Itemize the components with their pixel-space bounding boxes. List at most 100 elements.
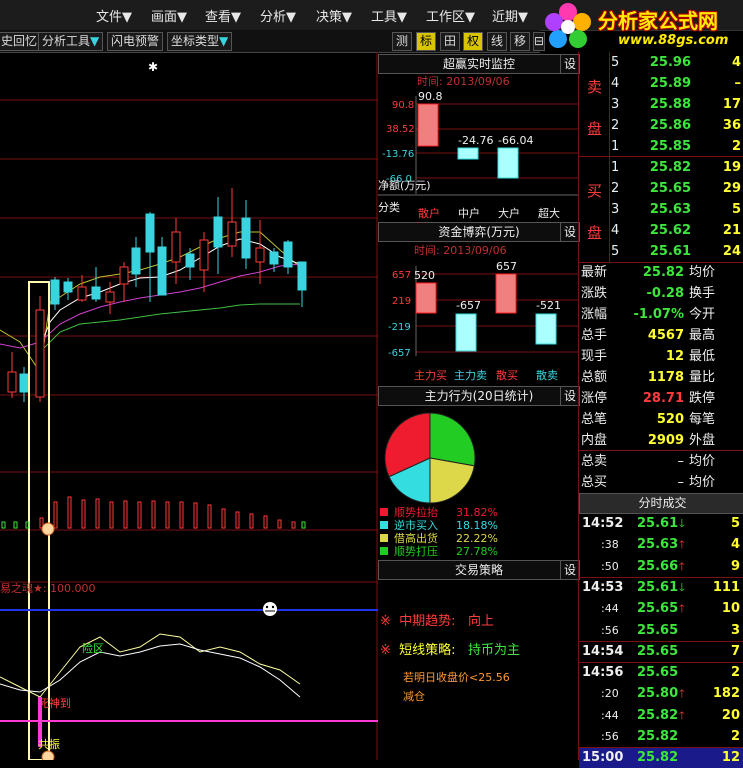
behavior-legend: 顺势拉抬 31.82% 逆市买入 18.18% 借高出货 22.22% 顺势打压 27.78% xyxy=(380,506,578,558)
tick-row[interactable]: 14:53 25.61 🡓 111 xyxy=(579,578,743,598)
stat-row: 总手 4567 最高 xyxy=(581,328,716,343)
stat-row: 现手 12 最低 xyxy=(581,349,716,364)
ticks-title: 分时成交 xyxy=(579,493,743,514)
monitor-settings-button[interactable]: 设 xyxy=(560,55,579,73)
tick-row[interactable]: 14:52 25.61 🡓 5 xyxy=(579,514,743,534)
tick-row[interactable]: :44 25.82 🡑 20 xyxy=(579,706,743,726)
volume-bar xyxy=(235,511,240,529)
candle-body xyxy=(199,239,209,271)
sell-label-2: 盘 xyxy=(587,120,603,138)
tick-row[interactable]: :38 25.63 🡑 4 xyxy=(579,535,743,555)
menu-view[interactable]: 查看▼ xyxy=(205,6,241,25)
stat-row: 总额 1178 量比 xyxy=(581,370,716,385)
arrow-up-icon: 🡑 xyxy=(679,559,685,573)
monitor-title: 超赢实时监控 设 xyxy=(378,54,580,74)
volume-bar xyxy=(1,521,6,529)
tick-row[interactable]: 14:54 25.65 7 xyxy=(579,642,743,662)
menu-file[interactable]: 文件▼ xyxy=(96,6,132,25)
fund-ytick-1: 219 xyxy=(392,296,411,307)
fund-settings-button[interactable]: 设 xyxy=(560,223,579,241)
legend-swatch xyxy=(380,534,388,542)
behavior-settings-button[interactable]: 设 xyxy=(560,387,579,405)
orderbook-row[interactable]: 5 25.96 4 xyxy=(611,53,743,73)
candle-body xyxy=(157,246,167,296)
monitor-val-2: -66.04 xyxy=(498,134,533,147)
star-icon: ※ xyxy=(380,643,391,658)
lightning-alert-button[interactable]: 闪电预警 xyxy=(107,32,164,51)
monitor-ytick-0: 90.8 xyxy=(392,100,414,111)
orderbook-row[interactable]: 2 25.86 36 xyxy=(611,116,743,136)
tick-row[interactable]: :56 25.82 2 xyxy=(579,727,743,747)
axis-type-button[interactable]: 坐标类型▼ xyxy=(167,32,233,51)
behavior-title: 主力行为(20日统计) 设 xyxy=(378,386,580,406)
behavior-pie-chart xyxy=(384,412,476,504)
volume-bar xyxy=(207,504,212,529)
quote-panel: 卖 盘 买 盘 5 25.96 4 4 25.89–3 25.88 17 2 25.86 36 1 2… xyxy=(578,52,743,768)
monitor-cat-3: 超大 xyxy=(538,206,560,220)
stat-row: 总笔 520 每笔 xyxy=(581,412,716,427)
logo-title: 分析家公式网 xyxy=(598,9,718,33)
stat-row: 涨跌 -0.28 换手 xyxy=(581,286,716,301)
orderbook-row[interactable]: 1 25.85 2 xyxy=(611,137,743,157)
legend-item: 顺势打压 27.78% xyxy=(380,545,578,558)
net-amount-label: 净额(万元) xyxy=(378,178,431,192)
tick-row[interactable]: :56 25.65 3 xyxy=(579,621,743,641)
collapse-button[interactable]: ⊟ xyxy=(533,32,545,51)
orderbook-row[interactable]: 4 25.89– xyxy=(611,74,743,94)
strategy-settings-button[interactable]: 设 xyxy=(560,561,579,579)
stat-row: 最新 25.82 均价 xyxy=(581,265,716,280)
candle-body xyxy=(185,253,195,268)
menu-tools[interactable]: 工具▼ xyxy=(371,6,407,25)
tick-row[interactable]: :20 25.80 🡑 182 xyxy=(579,684,743,704)
monitor-cat-0: 散户 xyxy=(418,206,440,220)
tick-row[interactable]: :50 25.66 🡑 9 xyxy=(579,557,743,577)
strategy-title: 交易策略 设 xyxy=(378,560,580,580)
volume-bar xyxy=(137,501,142,529)
tick-row[interactable]: :44 25.65 🡑 10 xyxy=(579,599,743,619)
menu-workspace[interactable]: 工作区▼ xyxy=(426,6,475,25)
history-button[interactable]: 史回忆 xyxy=(0,32,42,51)
fund-val-0: 520 xyxy=(414,269,435,282)
measure-button[interactable]: 测 xyxy=(392,32,412,51)
orderbook-row[interactable]: 2 25.65 29 xyxy=(611,179,743,199)
arrow-up-icon: 🡑 xyxy=(679,602,685,616)
orderbook-row[interactable]: 3 25.63 5 xyxy=(611,200,743,220)
menu-screen[interactable]: 画面▼ xyxy=(151,6,187,25)
sell-label-1: 卖 xyxy=(587,78,603,96)
total-row: 总卖 – 均价 xyxy=(581,454,716,469)
analysis-tools-button[interactable]: 分析工具▼ xyxy=(38,32,104,51)
menu-decision[interactable]: 决策▼ xyxy=(316,6,352,25)
candle-body xyxy=(131,247,141,275)
candle-body xyxy=(105,291,115,303)
volume-bar xyxy=(123,500,128,529)
toolbar: 史回忆 分析工具▼ 闪电预警 坐标类型▼ 测 标 田 权 线 移 ⊟ xyxy=(0,30,545,53)
orderbook-row[interactable]: 4 25.62 21 xyxy=(611,221,743,241)
rights-button[interactable]: 权 xyxy=(463,32,483,51)
mark-button[interactable]: 标 xyxy=(416,32,436,51)
stat-row: 涨幅 -1.07% 今开 xyxy=(581,307,716,322)
star-icon: ※ xyxy=(380,614,391,629)
tick-row[interactable]: 14:56 25.65 2 xyxy=(579,663,743,683)
fund-cat-3: 散卖 xyxy=(536,368,558,382)
candle-body xyxy=(119,266,129,285)
volume-bar xyxy=(291,521,296,529)
menu-recent[interactable]: 近期▼ xyxy=(492,6,528,25)
move-button[interactable]: 移 xyxy=(510,32,530,51)
svg-text:✱: ✱ xyxy=(148,60,158,74)
line-button[interactable]: 线 xyxy=(487,32,507,51)
monitor-ytick-1: 38.52 xyxy=(386,124,415,135)
orderbook-row[interactable]: 1 25.82 19 xyxy=(611,158,743,178)
tick-row[interactable]: 15:00 25.82 12 xyxy=(579,748,743,768)
orderbook-row[interactable]: 3 25.88 17 xyxy=(611,95,743,115)
short-row: ※ 短线策略: 持币为主 xyxy=(380,643,520,658)
stat-row: 涨停 28.71 跌停 xyxy=(581,391,716,406)
menu-analysis[interactable]: 分析▼ xyxy=(260,6,296,25)
candle-body xyxy=(35,309,45,398)
fund-val-3: -521 xyxy=(536,299,561,312)
orderbook-row[interactable]: 5 25.61 24 xyxy=(611,242,743,262)
kline-chart[interactable]: ✱ 易之魂★: 100.000 险区 死神到 共振 xyxy=(0,52,378,760)
volume-bar xyxy=(193,502,198,529)
logo-url[interactable]: www.88gs.com xyxy=(618,33,728,48)
indicator-label: 易之魂★: 100.000 xyxy=(0,581,96,595)
grid-button[interactable]: 田 xyxy=(440,32,460,51)
